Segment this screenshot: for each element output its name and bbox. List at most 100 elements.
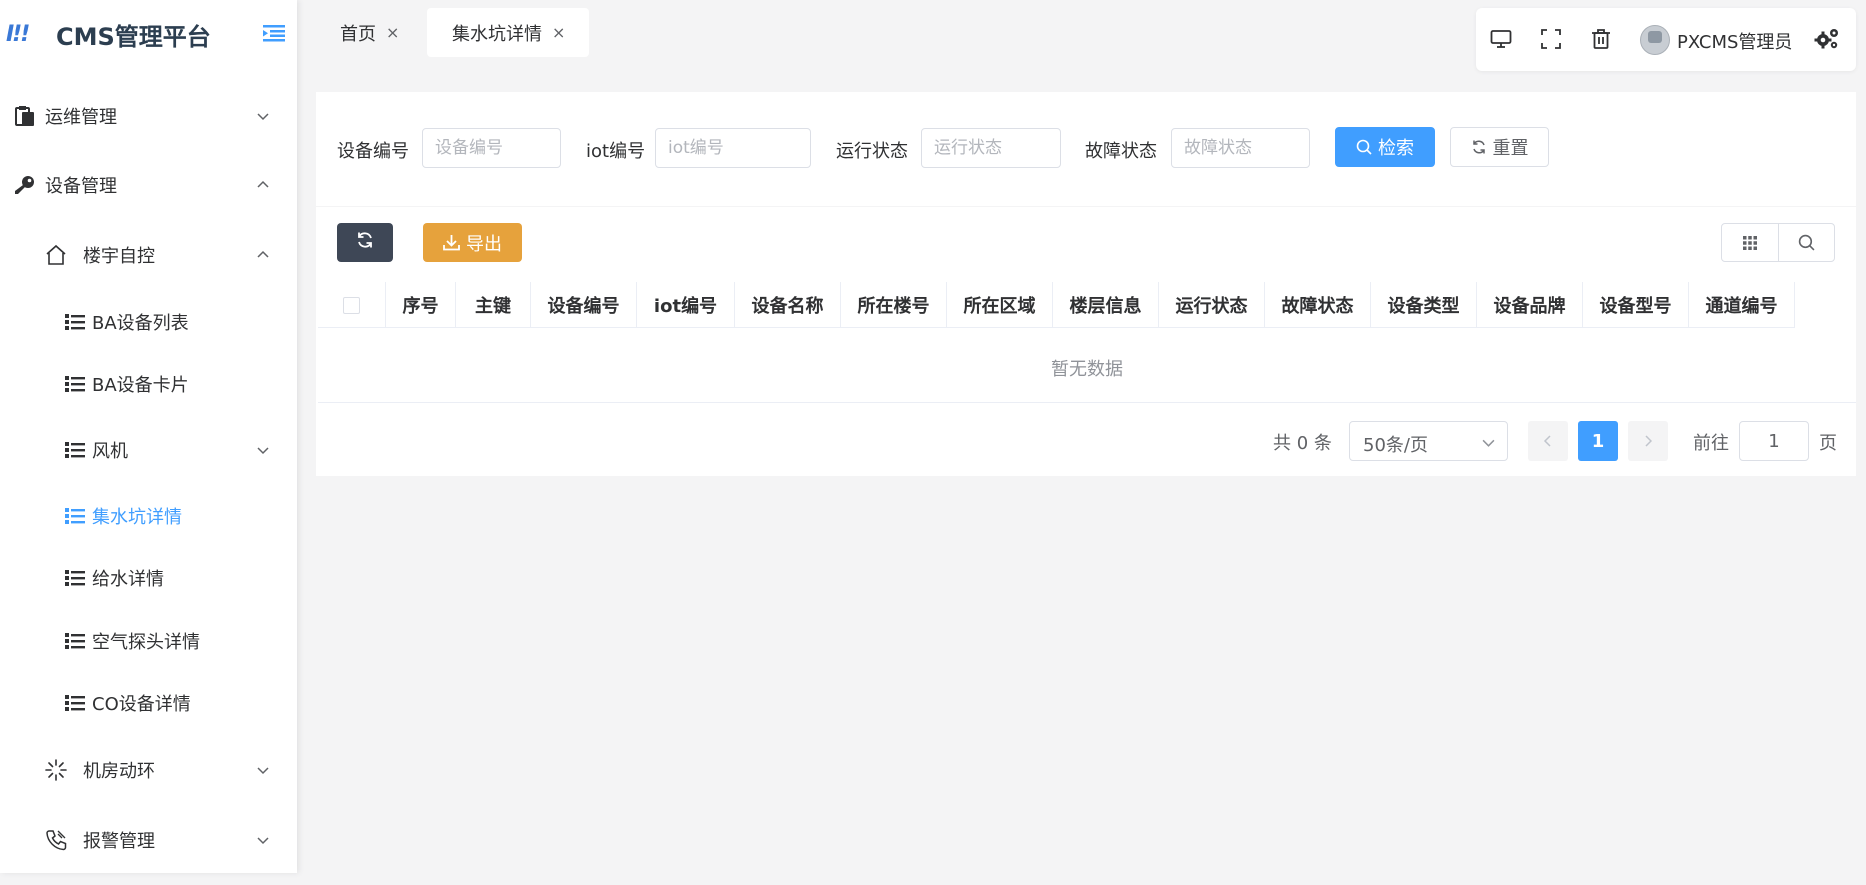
select-all-cell (318, 282, 386, 328)
list-icon (64, 692, 86, 714)
logo-area: I!! CMS管理平台 (0, 0, 297, 68)
search-icon (1356, 139, 1372, 155)
prev-page-button[interactable] (1528, 421, 1568, 461)
chevron-down-icon (257, 113, 269, 121)
column-header[interactable]: 楼层信息 (1053, 282, 1159, 328)
run-status-input[interactable] (921, 128, 1061, 168)
sidebar-item-label: 风机 (92, 441, 128, 462)
chevron-left-icon (1543, 435, 1551, 447)
page-suffix: 页 (1819, 433, 1837, 454)
fault-status-input[interactable] (1171, 128, 1310, 168)
export-button[interactable]: 导出 (423, 223, 522, 262)
column-header[interactable]: 设备型号 (1583, 282, 1689, 328)
sidebar-item-machine-room[interactable]: 机房动环 (0, 750, 297, 790)
run-status-label: 运行状态 (836, 141, 908, 162)
close-icon[interactable]: × (552, 23, 565, 42)
column-header[interactable]: 通道编号 (1689, 282, 1795, 328)
fault-status-label: 故障状态 (1085, 141, 1157, 162)
sidebar-item-ba-card[interactable]: BA设备卡片 (0, 364, 297, 404)
device-code-input[interactable] (422, 128, 561, 168)
chevron-down-icon (257, 447, 269, 455)
iot-code-input[interactable] (655, 128, 811, 168)
phone-icon (45, 829, 67, 851)
sidebar-item-ba-list[interactable]: BA设备列表 (0, 302, 297, 342)
column-header[interactable]: 所在区域 (947, 282, 1053, 328)
page-size-select[interactable]: 50条/页 (1349, 421, 1508, 461)
refresh-icon (1471, 139, 1487, 155)
search-button-label: 检索 (1378, 138, 1414, 159)
list-icon (64, 567, 86, 589)
sidebar-item-sump-detail[interactable]: 集水坑详情 (0, 496, 297, 536)
sidebar-item-label: BA设备列表 (92, 313, 189, 334)
divider (316, 206, 1856, 207)
sidebar-item-water-supply[interactable]: 给水详情 (0, 558, 297, 598)
reset-button[interactable]: 重置 (1450, 127, 1549, 167)
sidebar-item-label: 机房动环 (83, 761, 155, 782)
table-header: 序号 主键 设备编号 iot编号 设备名称 所在楼号 所在区域 楼层信息 运行状… (318, 282, 1795, 328)
close-icon[interactable]: × (386, 23, 399, 42)
select-all-checkbox[interactable] (343, 296, 360, 314)
column-header[interactable]: 所在楼号 (841, 282, 947, 328)
column-header[interactable]: 运行状态 (1159, 282, 1265, 328)
column-header[interactable]: iot编号 (637, 282, 735, 328)
avatar[interactable] (1640, 25, 1670, 55)
sidebar-item-label: BA设备卡片 (92, 375, 189, 396)
column-header[interactable]: 设备编号 (531, 282, 637, 328)
chevron-down-icon (257, 767, 269, 775)
list-icon (64, 505, 86, 527)
page-button-current[interactable]: 1 (1578, 421, 1618, 461)
column-header[interactable]: 故障状态 (1265, 282, 1371, 328)
table-panel (316, 206, 1856, 476)
list-icon (64, 630, 86, 652)
next-page-button[interactable] (1628, 421, 1668, 461)
logo-icon: I!! (6, 21, 30, 47)
toggle-search-icon[interactable] (1777, 224, 1835, 261)
sync-icon (356, 231, 374, 254)
username[interactable]: PXCMS管理员 (1677, 28, 1792, 54)
column-header[interactable]: 设备名称 (735, 282, 841, 328)
sidebar-item-co-device[interactable]: CO设备详情 (0, 683, 297, 723)
trash-icon[interactable] (1588, 26, 1614, 52)
tab-sump-detail[interactable]: 集水坑详情 × (427, 8, 589, 57)
sidebar-item-building[interactable]: 楼宇自控 (0, 235, 297, 275)
column-header[interactable]: 设备类型 (1371, 282, 1477, 328)
home-icon (45, 244, 67, 266)
list-icon (64, 439, 86, 461)
search-button[interactable]: 检索 (1335, 127, 1435, 167)
refresh-table-button[interactable] (337, 223, 393, 262)
sidebar-item-alarm[interactable]: 报警管理 (0, 820, 297, 860)
chevron-up-icon (257, 180, 269, 188)
sidebar-item-label: 给水详情 (92, 569, 164, 590)
goto-label: 前往 (1693, 433, 1729, 454)
sidebar-item-device[interactable]: 设备管理 (0, 165, 297, 205)
goto-page-input[interactable] (1739, 421, 1809, 461)
page-size-value: 50条/页 (1363, 435, 1428, 456)
chevron-up-icon (257, 250, 269, 258)
column-header[interactable]: 主键 (456, 282, 531, 328)
sidebar: I!! CMS管理平台 运维管理 设备管理 楼宇自控 BA设备列表 BA设备卡片… (0, 0, 297, 873)
tab-home[interactable]: 首页 × (340, 8, 420, 57)
fullscreen-icon[interactable] (1538, 26, 1564, 52)
chevron-down-icon (257, 837, 269, 845)
list-icon (64, 373, 86, 395)
settings-gears-icon[interactable] (1814, 26, 1840, 52)
export-button-label: 导出 (466, 233, 502, 255)
sidebar-item-air-probe[interactable]: 空气探头详情 (0, 621, 297, 661)
sidebar-item-ops[interactable]: 运维管理 (0, 96, 297, 136)
sidebar-item-label: 报警管理 (83, 831, 155, 852)
key-icon (14, 174, 36, 196)
total-count: 共 0 条 (1273, 433, 1332, 454)
clipboard-icon (14, 105, 36, 127)
sidebar-item-label: 楼宇自控 (83, 246, 155, 267)
chevron-right-icon (1645, 435, 1653, 447)
column-header[interactable]: 设备品牌 (1477, 282, 1583, 328)
collapse-menu-icon[interactable] (263, 24, 285, 42)
column-header[interactable]: 序号 (386, 282, 456, 328)
column-settings-icon[interactable] (1722, 224, 1778, 261)
monitor-icon[interactable] (1488, 26, 1514, 52)
sidebar-item-label: 集水坑详情 (92, 507, 182, 528)
app-title: CMS管理平台 (56, 22, 211, 51)
sidebar-item-fan[interactable]: 风机 (0, 430, 297, 470)
chevron-down-icon (1482, 439, 1495, 447)
reset-button-label: 重置 (1492, 138, 1529, 159)
